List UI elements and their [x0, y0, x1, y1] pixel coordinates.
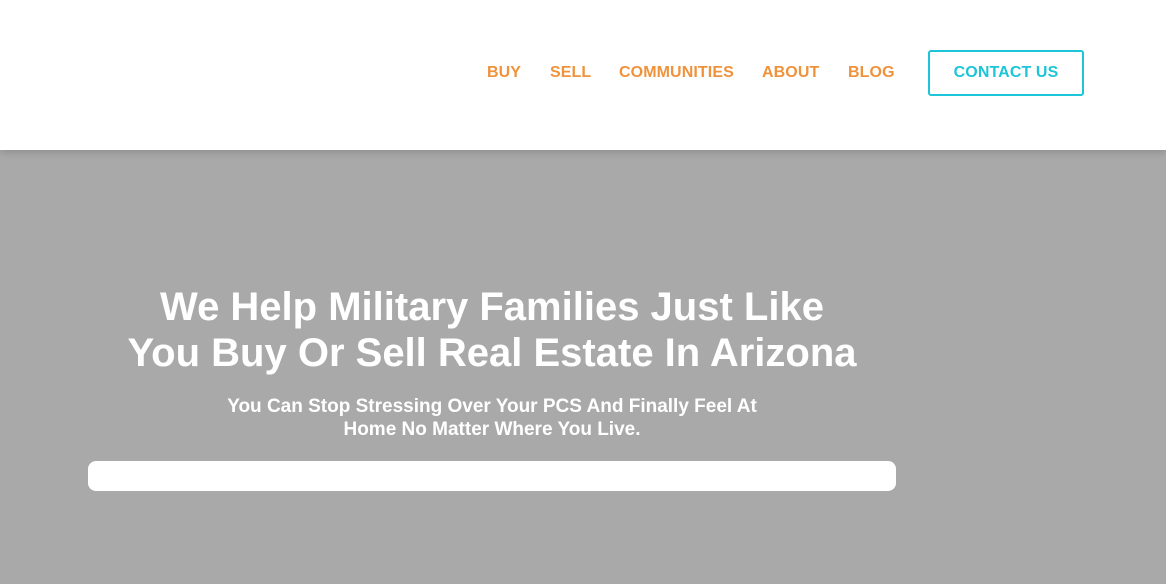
- hero-title-line1: We Help Military Families Just Like: [160, 285, 824, 329]
- nav-link-blog[interactable]: BLOG: [848, 64, 895, 82]
- page: BUY SELL COMMUNITIES ABOUT BLOG CONTACT …: [0, 0, 1168, 584]
- hero-subtitle: You Can Stop Stressing Over Your PCS And…: [190, 395, 794, 441]
- hero-section: We Help Military Families Just Like You …: [0, 150, 1166, 584]
- hero-title-line2: You Buy Or Sell Real Estate In Arizona: [127, 331, 857, 375]
- hero-title: We Help Military Families Just Like You …: [90, 284, 894, 376]
- nav-link-sell[interactable]: SELL: [550, 64, 591, 82]
- nav-link-about[interactable]: ABOUT: [762, 64, 819, 82]
- hero-subtitle-line1: You Can Stop Stressing Over Your PCS And…: [227, 396, 757, 417]
- hero-search-bar[interactable]: [88, 461, 896, 491]
- hero-subtitle-line2: Home No Matter Where You Live.: [343, 419, 641, 440]
- nav-link-buy[interactable]: BUY: [487, 64, 521, 82]
- site-header: BUY SELL COMMUNITIES ABOUT BLOG CONTACT …: [0, 0, 1166, 150]
- nav-link-communities[interactable]: COMMUNITIES: [619, 64, 734, 82]
- contact-us-button[interactable]: CONTACT US: [928, 50, 1084, 96]
